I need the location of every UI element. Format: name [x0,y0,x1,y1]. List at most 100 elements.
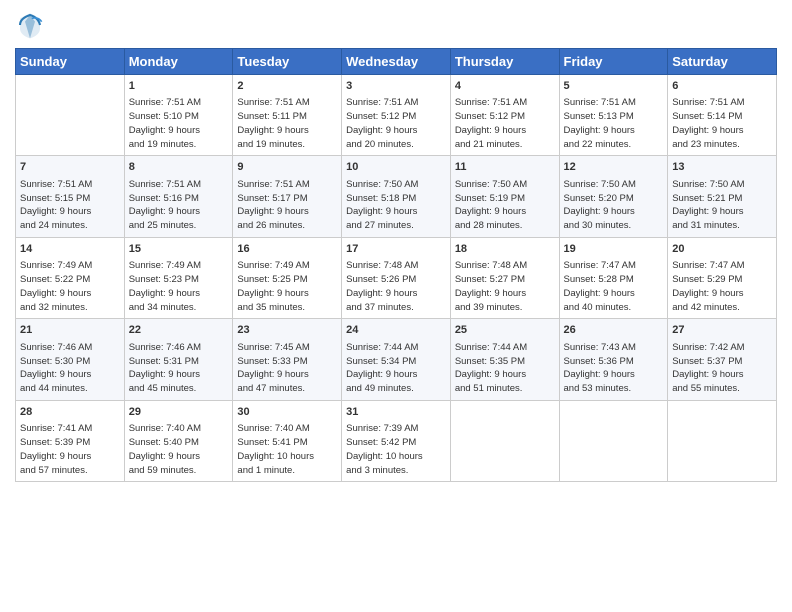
day-info: Sunrise: 7:51 AMSunset: 5:11 PMDaylight:… [237,96,337,151]
calendar-week-2: 7Sunrise: 7:51 AMSunset: 5:15 PMDaylight… [16,156,777,237]
day-number: 7 [20,160,120,175]
calendar-table: SundayMondayTuesdayWednesdayThursdayFrid… [15,48,777,482]
calendar-cell [668,400,777,481]
weekday-header-row: SundayMondayTuesdayWednesdayThursdayFrid… [16,49,777,75]
day-number: 27 [672,323,772,338]
weekday-header-thursday: Thursday [450,49,559,75]
calendar-cell: 6 Sunrise: 7:51 AMSunset: 5:14 PMDaylight… [668,75,777,156]
calendar-cell: 20 Sunrise: 7:47 AMSunset: 5:29 PMDayligh… [668,237,777,318]
calendar-cell: 13 Sunrise: 7:50 AMSunset: 5:21 PMDayligh… [668,156,777,237]
calendar-cell: 4 Sunrise: 7:51 AMSunset: 5:12 PMDaylight… [450,75,559,156]
calendar-cell: 17Sunrise: 7:48 AMSunset: 5:26 PMDayligh… [342,237,451,318]
day-number: 8 [129,160,229,175]
calendar-cell: 27 Sunrise: 7:42 AMSunset: 5:37 PMDayligh… [668,319,777,400]
calendar-cell: 29 Sunrise: 7:40 AMSunset: 5:40 PMDayligh… [124,400,233,481]
calendar-cell: 31 Sunrise: 7:39 AMSunset: 5:42 PMDayligh… [342,400,451,481]
day-info: Sunrise: 7:47 AMSunset: 5:28 PMDaylight:… [564,259,664,314]
calendar-cell [559,400,668,481]
logo [15,10,49,40]
day-info: Sunrise: 7:51 AMSunset: 5:16 PMDaylight:… [129,178,229,233]
day-number: 12 [564,160,664,175]
calendar-cell: 22 Sunrise: 7:46 AMSunset: 5:31 PMDayligh… [124,319,233,400]
day-info: Sunrise: 7:50 AMSunset: 5:21 PMDaylight:… [672,178,772,233]
calendar-cell: 19 Sunrise: 7:47 AMSunset: 5:28 PMDayligh… [559,237,668,318]
calendar-header: SundayMondayTuesdayWednesdayThursdayFrid… [16,49,777,75]
day-info: Sunrise: 7:40 AMSunset: 5:40 PMDaylight:… [129,422,229,477]
day-info: Sunrise: 7:51 AMSunset: 5:17 PMDaylight:… [237,178,337,233]
calendar-week-3: 14Sunrise: 7:49 AMSunset: 5:22 PMDayligh… [16,237,777,318]
day-info: Sunrise: 7:48 AMSunset: 5:26 PMDaylight:… [346,259,446,314]
day-number: 21 [20,323,120,338]
day-number: 11 [455,160,555,175]
day-number: 25 [455,323,555,338]
day-info: Sunrise: 7:40 AMSunset: 5:41 PMDaylight:… [237,422,337,477]
calendar-week-1: 1Sunrise: 7:51 AMSunset: 5:10 PMDaylight… [16,75,777,156]
calendar-cell: 5 Sunrise: 7:51 AMSunset: 5:13 PMDaylight… [559,75,668,156]
weekday-header-monday: Monday [124,49,233,75]
calendar-cell: 15Sunrise: 7:49 AMSunset: 5:23 PMDayligh… [124,237,233,318]
calendar-cell: 25 Sunrise: 7:44 AMSunset: 5:35 PMDayligh… [450,319,559,400]
day-info: Sunrise: 7:51 AMSunset: 5:12 PMDaylight:… [455,96,555,151]
day-info: Sunrise: 7:43 AMSunset: 5:36 PMDaylight:… [564,341,664,396]
weekday-header-tuesday: Tuesday [233,49,342,75]
day-number: 20 [672,242,772,257]
calendar-container: SundayMondayTuesdayWednesdayThursdayFrid… [0,0,792,612]
day-number: 26 [564,323,664,338]
day-info: Sunrise: 7:50 AMSunset: 5:19 PMDaylight:… [455,178,555,233]
day-info: Sunrise: 7:51 AMSunset: 5:12 PMDaylight:… [346,96,446,151]
calendar-week-4: 21 Sunrise: 7:46 AMSunset: 5:30 PMDayligh… [16,319,777,400]
day-number: 31 [346,405,446,420]
day-info: Sunrise: 7:42 AMSunset: 5:37 PMDaylight:… [672,341,772,396]
calendar-cell: 24Sunrise: 7:44 AMSunset: 5:34 PMDayligh… [342,319,451,400]
calendar-cell: 26 Sunrise: 7:43 AMSunset: 5:36 PMDayligh… [559,319,668,400]
weekday-header-sunday: Sunday [16,49,125,75]
day-number: 3 [346,79,446,94]
day-info: Sunrise: 7:50 AMSunset: 5:20 PMDaylight:… [564,178,664,233]
day-info: Sunrise: 7:47 AMSunset: 5:29 PMDaylight:… [672,259,772,314]
calendar-body: 1Sunrise: 7:51 AMSunset: 5:10 PMDaylight… [16,75,777,482]
day-info: Sunrise: 7:46 AMSunset: 5:31 PMDaylight:… [129,341,229,396]
day-info: Sunrise: 7:44 AMSunset: 5:35 PMDaylight:… [455,341,555,396]
day-number: 10 [346,160,446,175]
calendar-cell: 18 Sunrise: 7:48 AMSunset: 5:27 PMDayligh… [450,237,559,318]
day-number: 6 [672,79,772,94]
calendar-cell: 30Sunrise: 7:40 AMSunset: 5:41 PMDayligh… [233,400,342,481]
calendar-cell: 23 Sunrise: 7:45 AMSunset: 5:33 PMDayligh… [233,319,342,400]
calendar-cell [16,75,125,156]
day-number: 28 [20,405,120,420]
calendar-cell: 3 Sunrise: 7:51 AMSunset: 5:12 PMDaylight… [342,75,451,156]
weekday-header-saturday: Saturday [668,49,777,75]
day-number: 16 [237,242,337,257]
calendar-cell: 11 Sunrise: 7:50 AMSunset: 5:19 PMDayligh… [450,156,559,237]
day-info: Sunrise: 7:46 AMSunset: 5:30 PMDaylight:… [20,341,120,396]
day-info: Sunrise: 7:49 AMSunset: 5:25 PMDaylight:… [237,259,337,314]
header [15,10,777,40]
day-number: 1 [129,79,229,94]
day-number: 18 [455,242,555,257]
day-number: 15 [129,242,229,257]
day-number: 23 [237,323,337,338]
day-number: 13 [672,160,772,175]
calendar-cell: 16 Sunrise: 7:49 AMSunset: 5:25 PMDayligh… [233,237,342,318]
weekday-header-friday: Friday [559,49,668,75]
day-info: Sunrise: 7:51 AMSunset: 5:14 PMDaylight:… [672,96,772,151]
day-info: Sunrise: 7:39 AMSunset: 5:42 PMDaylight:… [346,422,446,477]
day-number: 29 [129,405,229,420]
day-info: Sunrise: 7:48 AMSunset: 5:27 PMDaylight:… [455,259,555,314]
day-number: 5 [564,79,664,94]
weekday-header-wednesday: Wednesday [342,49,451,75]
calendar-cell: 1Sunrise: 7:51 AMSunset: 5:10 PMDaylight… [124,75,233,156]
day-number: 22 [129,323,229,338]
day-info: Sunrise: 7:51 AMSunset: 5:13 PMDaylight:… [564,96,664,151]
day-number: 24 [346,323,446,338]
day-info: Sunrise: 7:41 AMSunset: 5:39 PMDaylight:… [20,422,120,477]
logo-icon [15,10,45,40]
day-info: Sunrise: 7:50 AMSunset: 5:18 PMDaylight:… [346,178,446,233]
day-number: 4 [455,79,555,94]
calendar-cell: 28 Sunrise: 7:41 AMSunset: 5:39 PMDayligh… [16,400,125,481]
day-number: 19 [564,242,664,257]
day-info: Sunrise: 7:45 AMSunset: 5:33 PMDaylight:… [237,341,337,396]
calendar-cell: 9Sunrise: 7:51 AMSunset: 5:17 PMDaylight… [233,156,342,237]
calendar-cell: 21 Sunrise: 7:46 AMSunset: 5:30 PMDayligh… [16,319,125,400]
calendar-week-5: 28 Sunrise: 7:41 AMSunset: 5:39 PMDayligh… [16,400,777,481]
